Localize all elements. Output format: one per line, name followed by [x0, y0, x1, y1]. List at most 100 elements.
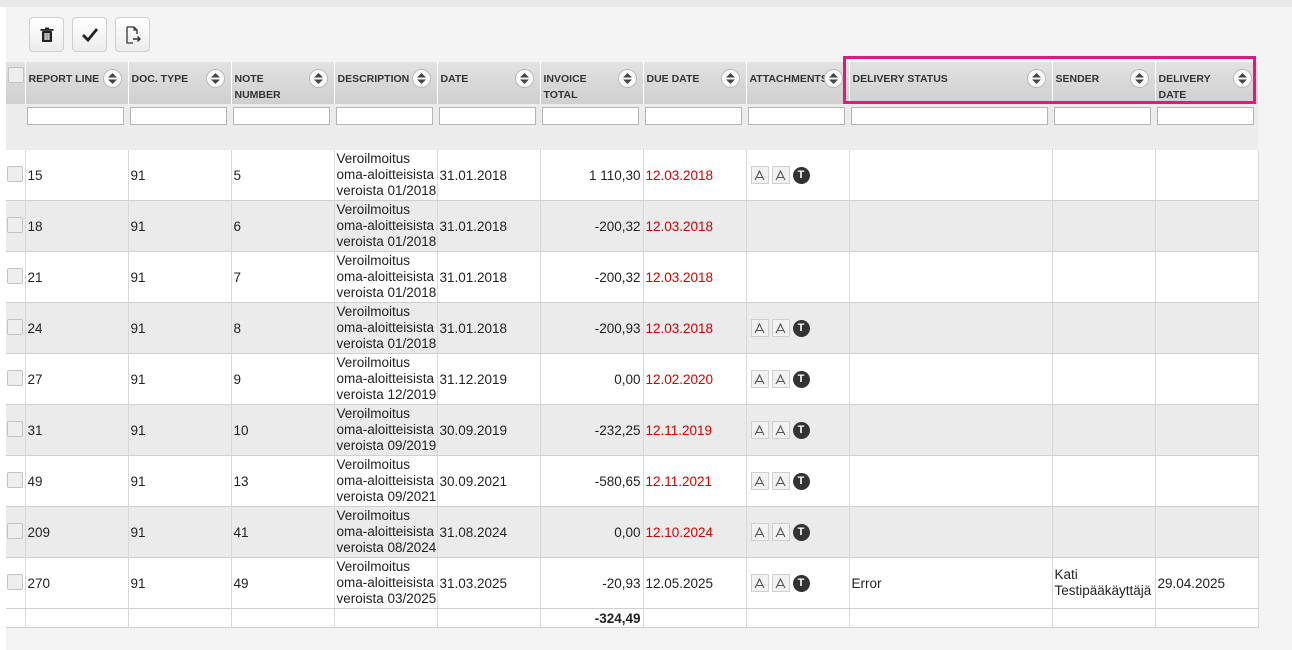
- pdf-icon[interactable]: [750, 370, 769, 388]
- column-header-description[interactable]: DESCRIPTION: [334, 62, 438, 104]
- sort-icon[interactable]: [617, 69, 637, 88]
- row-checkbox[interactable]: [7, 522, 23, 539]
- cell-sender: [1052, 150, 1156, 201]
- pdf-icon[interactable]: [771, 472, 790, 490]
- column-header-due-date[interactable]: DUE DATE: [643, 62, 747, 104]
- delete-button[interactable]: [29, 17, 64, 52]
- cell-delivery-status: [849, 150, 1053, 201]
- filter-input-description[interactable]: [336, 107, 433, 125]
- pdf-icon[interactable]: [771, 574, 790, 592]
- filter-input-invoice-total[interactable]: [542, 107, 639, 125]
- column-header-note-number[interactable]: NOTE NUMBER: [231, 62, 335, 104]
- row-checkbox[interactable]: [7, 165, 23, 182]
- sort-icon[interactable]: [514, 69, 534, 88]
- header-spacer: [6, 128, 1258, 150]
- row-select-cell: [6, 353, 26, 405]
- t-icon[interactable]: T: [792, 370, 810, 388]
- cell-date: 31.08.2024: [437, 506, 541, 558]
- pdf-icon[interactable]: [771, 421, 790, 439]
- checkmark-icon: [81, 27, 99, 43]
- filter-cell: [437, 104, 540, 128]
- filter-input-attachments[interactable]: [748, 107, 845, 125]
- pdf-icon[interactable]: [771, 523, 790, 541]
- table-row[interactable]: 27 91 9 Veroilmoitus oma-aloitteisista vero…: [6, 353, 1259, 405]
- sort-icon[interactable]: [823, 69, 843, 88]
- column-header-delivery-date[interactable]: DELIVERY DATE: [1155, 62, 1259, 104]
- cell-doc-type: 91: [128, 353, 232, 405]
- row-checkbox[interactable]: [7, 420, 23, 437]
- pdf-icon[interactable]: [771, 370, 790, 388]
- row-checkbox[interactable]: [7, 318, 23, 335]
- table-row[interactable]: 270 91 49 Veroilmoitus oma-aloitteisista ve…: [6, 557, 1259, 609]
- cell-doc-type: 91: [128, 150, 232, 201]
- pdf-icon[interactable]: [750, 319, 769, 337]
- pdf-icon[interactable]: [771, 166, 790, 184]
- filter-input-sender[interactable]: [1054, 107, 1151, 125]
- pdf-icon[interactable]: [750, 523, 769, 541]
- cell-description: Veroilmoitus oma-aloitteisista veroista …: [334, 150, 438, 201]
- pdf-icon[interactable]: [750, 166, 769, 184]
- row-checkbox[interactable]: [7, 216, 23, 233]
- cell-invoice-total: 0,00: [540, 506, 644, 558]
- filter-input-due-date[interactable]: [645, 107, 742, 125]
- table-row[interactable]: 24 91 8 Veroilmoitus oma-aloitteisista vero…: [6, 302, 1259, 354]
- table-row[interactable]: 49 91 13 Veroilmoitus oma-aloitteisista ver…: [6, 455, 1259, 507]
- sort-icon[interactable]: [1129, 69, 1149, 88]
- table-row[interactable]: 21 91 7 Veroilmoitus oma-aloitteisista vero…: [6, 251, 1259, 303]
- header-row: REPORT LINE DOC. TYPE NOTE NUMBER DESCRIPTI…: [6, 62, 1259, 104]
- t-icon[interactable]: T: [792, 421, 810, 439]
- column-header-date[interactable]: DATE: [437, 62, 541, 104]
- approve-button[interactable]: [72, 17, 107, 52]
- cell-note-number: 13: [231, 455, 335, 507]
- column-header-sender[interactable]: SENDER: [1052, 62, 1156, 104]
- cell-due-date: 12.10.2024: [643, 506, 747, 558]
- pdf-icon[interactable]: [750, 421, 769, 439]
- column-header-doc-type[interactable]: DOC. TYPE: [128, 62, 232, 104]
- table-row[interactable]: 209 91 41 Veroilmoitus oma-aloitteisista ve…: [6, 506, 1259, 558]
- sort-icon[interactable]: [102, 69, 122, 88]
- cell-date: 31.01.2018: [437, 251, 541, 303]
- column-header-invoice-total[interactable]: INVOICE TOTAL: [540, 62, 644, 104]
- cell-report-line: 49: [25, 455, 129, 507]
- sort-icon[interactable]: [1232, 69, 1252, 88]
- filter-spacer: [6, 104, 25, 128]
- column-header-attachments[interactable]: ATTACHMENTS: [746, 62, 850, 104]
- sort-icon[interactable]: [205, 69, 225, 88]
- sort-icon[interactable]: [720, 69, 740, 88]
- cell-due-date: 12.03.2018: [643, 251, 747, 303]
- filter-input-note-number[interactable]: [233, 107, 330, 125]
- row-checkbox[interactable]: [7, 573, 23, 590]
- row-select-cell: [6, 302, 26, 354]
- sort-icon[interactable]: [1026, 69, 1046, 88]
- t-icon[interactable]: T: [792, 472, 810, 490]
- cell-invoice-total: 0,00: [540, 353, 644, 405]
- t-icon[interactable]: T: [792, 523, 810, 541]
- column-header-report-line[interactable]: REPORT LINE: [25, 62, 129, 104]
- table-row[interactable]: 31 91 10 Veroilmoitus oma-aloitteisista ver…: [6, 404, 1259, 456]
- t-icon[interactable]: T: [792, 166, 810, 184]
- sort-icon[interactable]: [411, 69, 431, 88]
- t-icon[interactable]: T: [792, 319, 810, 337]
- select-all-checkbox[interactable]: [8, 67, 24, 83]
- pdf-icon[interactable]: [750, 574, 769, 592]
- cell-report-line: 21: [25, 251, 129, 303]
- export-button[interactable]: [115, 17, 150, 52]
- row-checkbox[interactable]: [7, 369, 23, 386]
- row-checkbox[interactable]: [7, 267, 23, 284]
- table-row[interactable]: 15 91 5 Veroilmoitus oma-aloitteisista vero…: [6, 150, 1259, 201]
- filter-input-date[interactable]: [439, 107, 536, 125]
- filter-input-delivery-status[interactable]: [851, 107, 1048, 125]
- pdf-icon[interactable]: [750, 472, 769, 490]
- total-row: -324,49: [6, 608, 1259, 628]
- table-row[interactable]: 18 91 6 Veroilmoitus oma-aloitteisista vero…: [6, 200, 1259, 252]
- filter-input-delivery-date[interactable]: [1157, 107, 1254, 125]
- sort-icon[interactable]: [308, 69, 328, 88]
- cell-report-line: 15: [25, 150, 129, 201]
- t-icon[interactable]: T: [792, 574, 810, 592]
- filter-input-report-line[interactable]: [27, 107, 124, 125]
- row-checkbox[interactable]: [7, 471, 23, 488]
- pdf-icon[interactable]: [771, 319, 790, 337]
- filter-input-doc-type[interactable]: [130, 107, 227, 125]
- column-header-delivery-status[interactable]: DELIVERY STATUS: [849, 62, 1053, 104]
- cell-due-date: 12.11.2021: [643, 455, 747, 507]
